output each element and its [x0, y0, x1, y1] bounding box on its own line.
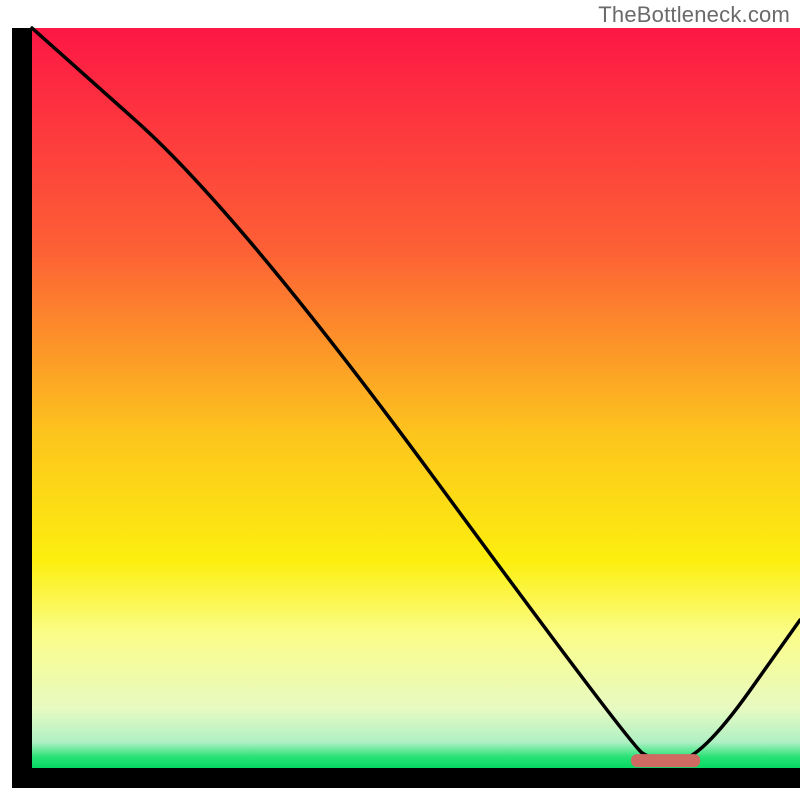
- plot-background: [32, 28, 800, 768]
- optimal-range-marker: [631, 754, 700, 767]
- chart-container: TheBottleneck.com: [0, 0, 800, 800]
- watermark-text: TheBottleneck.com: [598, 2, 790, 28]
- bottleneck-chart: [0, 0, 800, 800]
